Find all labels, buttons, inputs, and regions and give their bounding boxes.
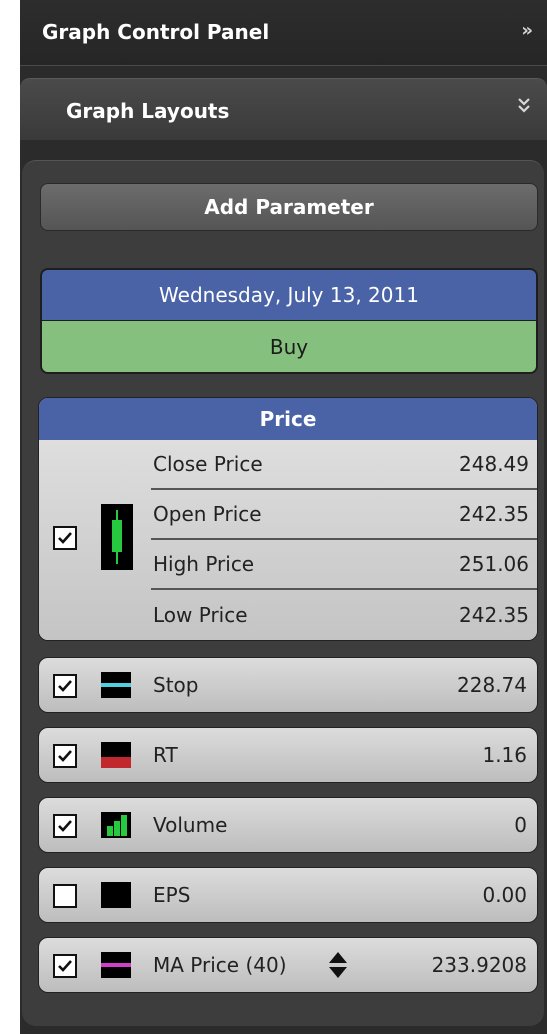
add-parameter-button[interactable]: Add Parameter <box>40 183 538 231</box>
stop-checkbox[interactable] <box>53 674 77 698</box>
price-rows: Close Price 248.49 Open Price 242.35 Hig… <box>151 440 537 640</box>
price-checkbox[interactable] <box>53 526 77 550</box>
panel-header: Graph Control Panel » <box>20 0 547 66</box>
price-row-label: Open Price <box>153 502 262 526</box>
checkmark-icon <box>58 680 72 692</box>
eps-checkbox[interactable] <box>53 884 77 908</box>
rt-checkbox[interactable] <box>53 744 77 768</box>
price-row-label: Low Price <box>153 603 248 627</box>
status-signal: Buy <box>42 321 536 372</box>
param-label: Stop <box>153 673 199 697</box>
price-group: Price Close Price 248.49 Open Price 242.… <box>38 397 538 641</box>
graph-layouts-title: Graph Layouts <box>66 99 230 123</box>
price-row-low: Low Price 242.35 <box>151 590 537 640</box>
graph-layouts-section[interactable]: Graph Layouts <box>20 78 547 140</box>
line-swatch-icon[interactable] <box>101 672 131 698</box>
panel-title: Graph Control Panel <box>42 20 270 44</box>
black-swatch-icon[interactable] <box>101 882 131 908</box>
price-row-value: 242.35 <box>459 603 529 627</box>
price-row-label: Close Price <box>153 452 263 476</box>
price-row-label: High Price <box>153 552 255 576</box>
price-row-high: High Price 251.06 <box>151 540 537 590</box>
price-row-value: 242.35 <box>459 502 529 526</box>
price-row-value: 251.06 <box>459 552 529 576</box>
checkmark-icon <box>58 960 72 972</box>
price-row-value: 248.49 <box>459 452 529 476</box>
checkmark-icon <box>58 532 72 544</box>
bar-swatch-icon[interactable] <box>101 742 131 768</box>
param-row-rt: RT 1.16 <box>38 727 538 783</box>
param-value: 1.16 <box>482 743 527 767</box>
param-label: RT <box>153 743 178 767</box>
param-value: 0 <box>514 813 527 837</box>
param-label: MA Price (40) <box>153 953 287 977</box>
period-spinner-icon[interactable] <box>327 950 349 980</box>
checkmark-icon <box>58 750 72 762</box>
ma-price-checkbox[interactable] <box>53 954 77 978</box>
graph-control-panel: Graph Control Panel » Graph Layouts Add … <box>20 0 547 1034</box>
price-row-close: Close Price 248.49 <box>151 440 537 490</box>
status-date: Wednesday, July 13, 2011 <box>42 270 536 321</box>
param-row-stop: Stop 228.74 <box>38 657 538 713</box>
param-value: 228.74 <box>457 673 527 697</box>
volume-bars-icon[interactable] <box>101 812 131 838</box>
param-value: 0.00 <box>482 883 527 907</box>
expand-chevron-icon[interactable] <box>517 97 531 113</box>
signal-status-box: Wednesday, July 13, 2011 Buy <box>40 268 538 374</box>
checkmark-icon <box>58 820 72 832</box>
param-row-volume: Volume 0 <box>38 797 538 853</box>
param-row-eps: EPS 0.00 <box>38 867 538 923</box>
param-row-ma-price: MA Price (40) 233.9208 <box>38 937 538 993</box>
price-row-open: Open Price 242.35 <box>151 490 537 540</box>
param-value: 233.9208 <box>431 953 527 977</box>
price-group-title: Price <box>39 398 537 440</box>
candlestick-icon[interactable] <box>101 504 133 570</box>
volume-checkbox[interactable] <box>53 814 77 838</box>
collapse-panel-icon[interactable]: » <box>521 20 533 41</box>
price-group-body: Close Price 248.49 Open Price 242.35 Hig… <box>39 440 537 640</box>
parameters-content: Add Parameter Wednesday, July 13, 2011 B… <box>22 160 544 1026</box>
line-swatch-icon[interactable] <box>101 952 131 978</box>
param-label: EPS <box>153 883 191 907</box>
param-label: Volume <box>153 813 228 837</box>
